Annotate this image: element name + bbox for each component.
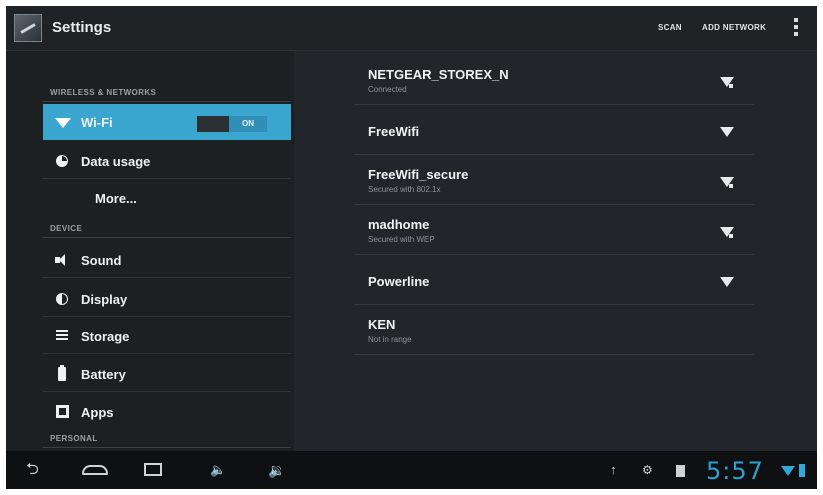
sidebar-item-data-usage[interactable]: Data usage (43, 143, 291, 179)
overflow-menu-icon[interactable] (792, 18, 800, 40)
wifi-signal-locked-icon (720, 77, 734, 88)
wifi-signal-locked-icon (720, 227, 734, 238)
section-divider (43, 237, 291, 238)
sidebar-item-label: Wi-Fi (81, 115, 113, 130)
wifi-signal-icon (720, 127, 734, 137)
data-usage-icon (56, 155, 68, 167)
volume-up-icon[interactable]: 🔉 (268, 461, 285, 479)
list-item[interactable]: FreeWifi (354, 109, 754, 155)
network-ssid: FreeWifi_secure (368, 167, 469, 182)
wifi-signal-icon (720, 277, 734, 287)
list-item[interactable]: madhome Secured with WEP (354, 209, 754, 255)
network-status: Secured with 802.1x (368, 185, 441, 194)
system-bar: ⮌ 🔈 🔉 ↑ ⚙ 5:57 (6, 451, 817, 489)
sidebar-item-label: Apps (81, 405, 114, 420)
sidebar-item-label: Battery (81, 367, 126, 382)
network-status: Connected (368, 85, 407, 94)
network-ssid: FreeWifi (368, 124, 420, 139)
section-divider (43, 101, 291, 102)
toggle-on-label: ON (229, 116, 267, 132)
sidebar-item-display[interactable]: Display (43, 281, 291, 317)
sidebar-item-apps[interactable]: Apps (43, 394, 291, 430)
section-header-personal: PERSONAL (50, 434, 98, 443)
sd-card-icon (676, 465, 685, 477)
network-ssid: NETGEAR_STOREX_N (368, 67, 509, 82)
sound-icon (55, 254, 71, 266)
page-title: Settings (52, 19, 112, 36)
network-ssid: Powerline (368, 274, 430, 289)
list-item[interactable]: KEN Not in range (354, 309, 754, 355)
clock[interactable]: 5:57 (706, 457, 764, 485)
sidebar-item-label: More... (95, 191, 137, 206)
network-ssid: KEN (368, 317, 396, 332)
sidebar-item-label: Sound (81, 253, 122, 268)
network-status: Secured with WEP (368, 235, 435, 244)
sidebar-item-storage[interactable]: Storage (43, 318, 291, 354)
sidebar-item-more[interactable]: More... (43, 180, 291, 216)
storage-icon (56, 330, 68, 342)
section-divider (43, 447, 291, 448)
sidebar-item-battery[interactable]: Battery (43, 356, 291, 392)
battery-icon (58, 365, 66, 381)
section-header-wireless: WIRELESS & NETWORKS (50, 88, 157, 97)
battery-icon (799, 464, 805, 477)
wifi-network-list: NETGEAR_STOREX_N Connected FreeWifi Free… (294, 51, 817, 451)
display-icon (56, 293, 68, 305)
recents-icon[interactable] (144, 463, 162, 476)
volume-down-icon[interactable]: 🔈 (210, 461, 226, 479)
android-tablet-screen: Settings SCAN ADD NETWORK WIRELESS & NET… (6, 6, 817, 489)
wifi-icon (55, 118, 71, 128)
screen: Settings SCAN ADD NETWORK WIRELESS & NET… (0, 0, 823, 495)
list-item[interactable]: Powerline (354, 259, 754, 305)
usb-icon: ↑ (610, 462, 617, 477)
debug-icon: ⚙ (642, 463, 653, 477)
wifi-signal-locked-icon (720, 177, 734, 188)
sidebar-item-label: Storage (81, 329, 130, 344)
network-status: Not in range (368, 335, 412, 344)
back-icon[interactable]: ⮌ (26, 461, 39, 479)
apps-icon (56, 405, 69, 418)
scan-button[interactable]: SCAN (658, 23, 682, 32)
list-item[interactable]: NETGEAR_STOREX_N Connected (354, 59, 754, 105)
sidebar-item-label: Data usage (81, 154, 151, 169)
settings-list: WIRELESS & NETWORKS Wi-Fi ON Data usage … (6, 51, 294, 451)
wifi-signal-icon (781, 466, 795, 476)
settings-icon[interactable] (14, 14, 42, 42)
home-icon[interactable] (82, 465, 108, 475)
sidebar-item-label: Display (81, 292, 128, 307)
sidebar-item-wifi[interactable]: Wi-Fi ON (43, 104, 291, 140)
list-item[interactable]: FreeWifi_secure Secured with 802.1x (354, 159, 754, 205)
network-ssid: madhome (368, 217, 430, 232)
add-network-button[interactable]: ADD NETWORK (702, 23, 766, 32)
wifi-toggle[interactable]: ON (197, 116, 267, 132)
sidebar-item-sound[interactable]: Sound (43, 242, 291, 278)
section-header-device: DEVICE (50, 224, 83, 233)
action-bar: Settings SCAN ADD NETWORK (6, 6, 817, 51)
